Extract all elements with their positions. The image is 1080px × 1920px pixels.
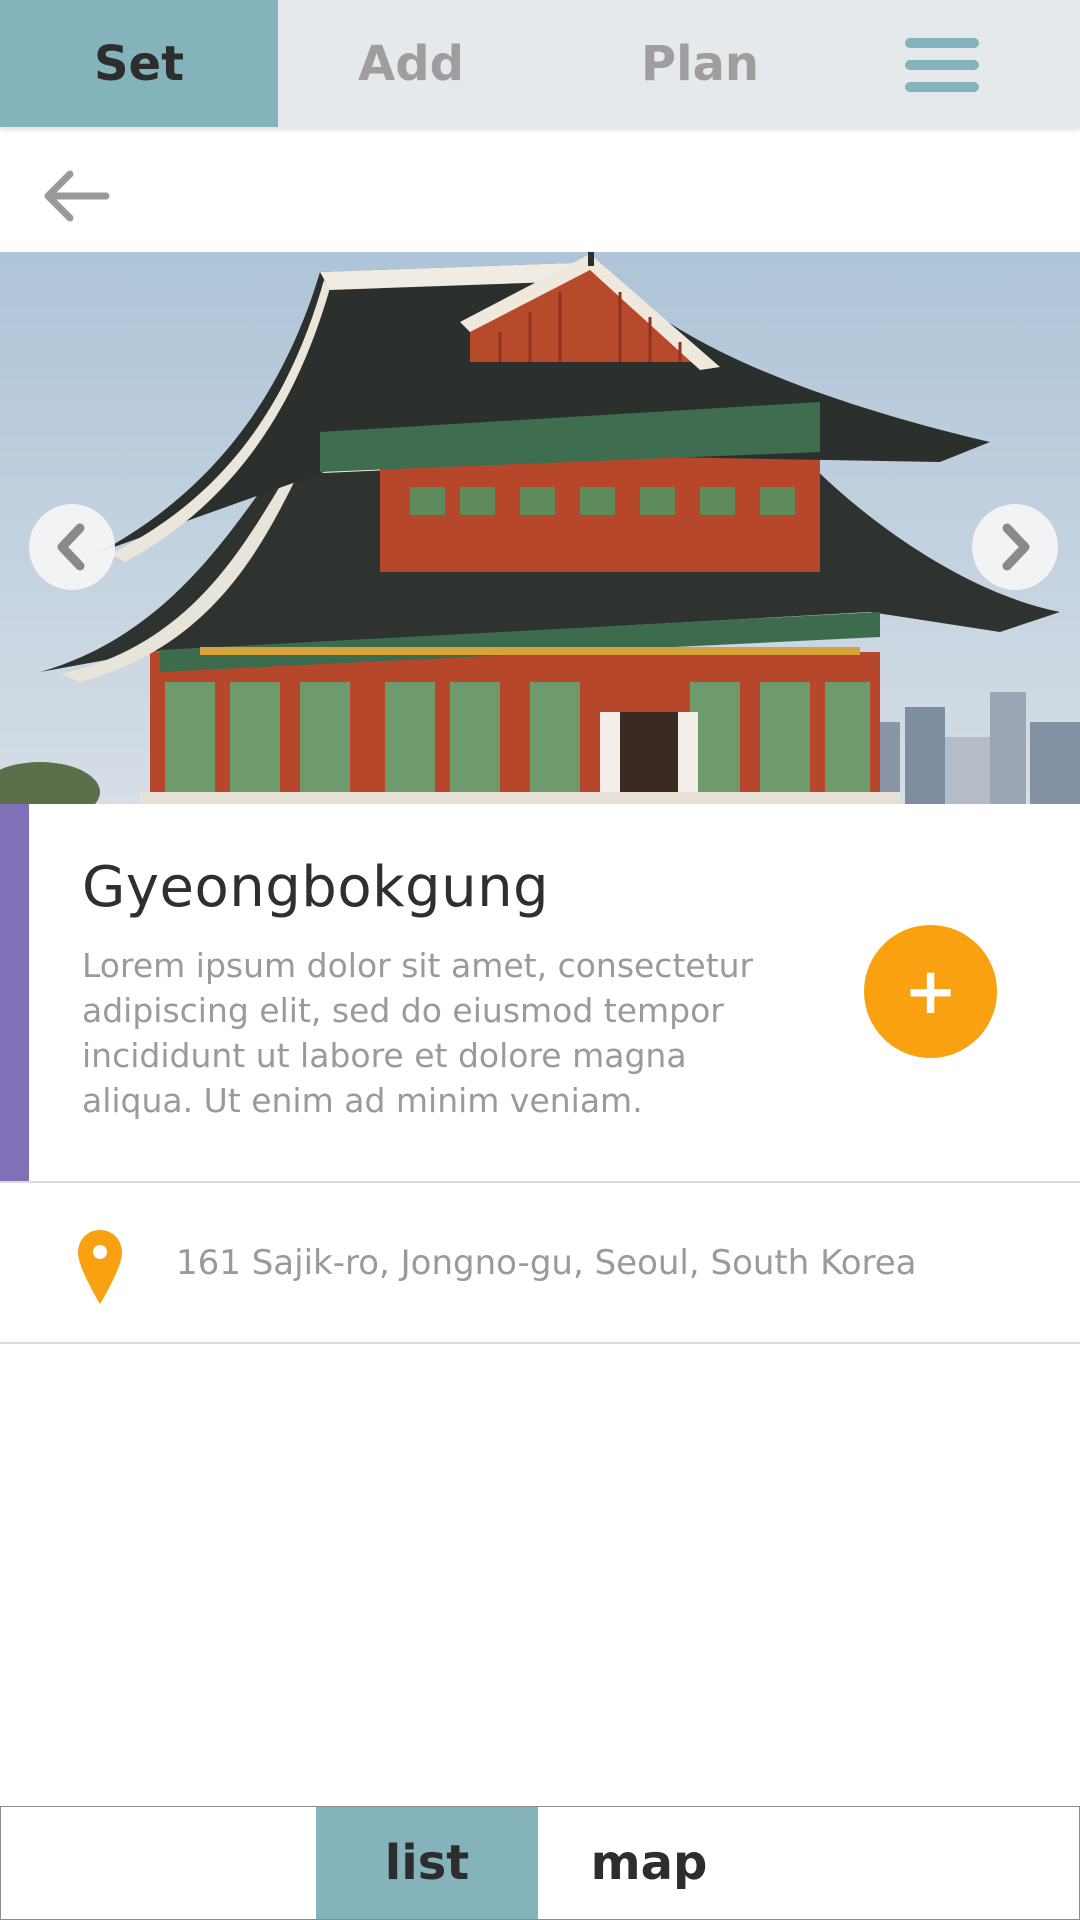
palace-illustration — [0, 252, 1080, 804]
tab-add[interactable]: Add — [278, 0, 544, 127]
previous-photo-button[interactable] — [29, 504, 115, 590]
tab-set[interactable]: Set — [0, 0, 278, 127]
place-description: Lorem ipsum dolor sit amet, consectetur … — [82, 946, 754, 1120]
plus-icon: + — [903, 954, 958, 1029]
top-tab-bar: Set Add Plan — [0, 0, 1080, 127]
hamburger-menu-icon[interactable] — [905, 38, 979, 92]
next-photo-button[interactable] — [972, 504, 1058, 590]
chevron-right-icon — [1002, 523, 1030, 571]
card-accent-bar — [0, 804, 29, 1182]
place-photo — [0, 252, 1080, 804]
divider — [0, 1181, 1080, 1183]
back-button[interactable] — [40, 168, 112, 224]
divider — [0, 1342, 1080, 1344]
place-title: Gyeongbokgung — [82, 855, 550, 920]
chevron-left-icon — [57, 523, 85, 571]
map-view-button[interactable]: map — [538, 1807, 760, 1919]
view-toggle-bar: list map — [0, 1806, 1080, 1920]
list-view-button[interactable]: list — [316, 1807, 538, 1919]
map-pin-icon — [78, 1230, 122, 1304]
arrow-left-icon — [44, 170, 110, 222]
tab-plan[interactable]: Plan — [574, 0, 826, 127]
add-place-button[interactable]: + — [864, 925, 997, 1058]
place-address: 161 Sajik-ro, Jongno-gu, Seoul, South Ko… — [176, 1243, 917, 1283]
